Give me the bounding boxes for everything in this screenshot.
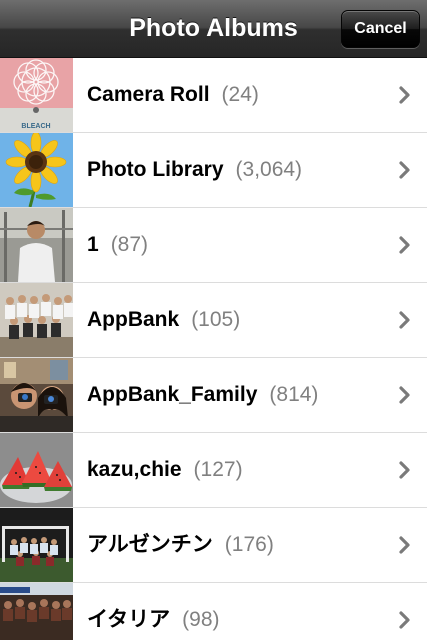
album-name: AppBank [87,308,180,331]
bleach-logo-text: BLEACH [21,123,50,130]
album-row-photo-library[interactable]: Photo Library (3,064) [0,133,427,208]
album-row-argentina[interactable]: アルゼンチン (176) [0,508,427,583]
album-thumbnail [0,508,73,582]
cancel-button[interactable]: Cancel [341,10,420,48]
album-name: Photo Library [87,158,224,181]
album-name: Camera Roll [87,83,210,106]
album-row-appbank[interactable]: AppBank (105) [0,283,427,358]
album-thumbnail [0,283,73,357]
album-count: (3,064) [235,158,303,181]
chevron-right-icon [399,311,410,329]
chevron-right-icon [399,386,410,404]
album-count: (24) [221,83,259,106]
album-thumbnail [0,433,73,507]
album-thumbnail [0,133,73,207]
album-count: (176) [224,533,274,556]
album-count: (814) [269,383,319,406]
chevron-right-icon [399,611,410,629]
album-row-1[interactable]: 1 (87) [0,208,427,283]
album-row-italy[interactable]: イタリア (98) [0,583,427,640]
album-name: kazu,chie [87,458,182,481]
album-row-kazu-chie[interactable]: kazu,chie (127) [0,433,427,508]
chevron-right-icon [399,236,410,254]
album-name: イタリア [87,608,171,631]
album-thumbnail [0,358,73,432]
album-count: (87) [110,233,149,256]
album-row-camera-roll[interactable]: BLEACH Camera Roll (24) [0,58,427,133]
album-name: AppBank_Family [87,383,258,406]
chevron-right-icon [399,161,410,179]
album-thumbnail [0,208,73,282]
navigation-bar: Photo Albums Cancel [0,0,427,58]
album-count: (105) [191,308,241,331]
chevron-right-icon [399,86,410,104]
album-name: 1 [87,233,99,256]
album-name: アルゼンチン [87,533,213,556]
album-thumbnail [0,583,73,640]
album-thumbnail: BLEACH [0,58,73,132]
album-list: BLEACH Camera Roll (24) Photo Library (3… [0,58,427,640]
album-count: (127) [193,458,243,481]
chevron-right-icon [399,461,410,479]
album-row-appbank-family[interactable]: AppBank_Family (814) [0,358,427,433]
album-count: (98) [182,608,220,631]
chevron-right-icon [399,536,410,554]
